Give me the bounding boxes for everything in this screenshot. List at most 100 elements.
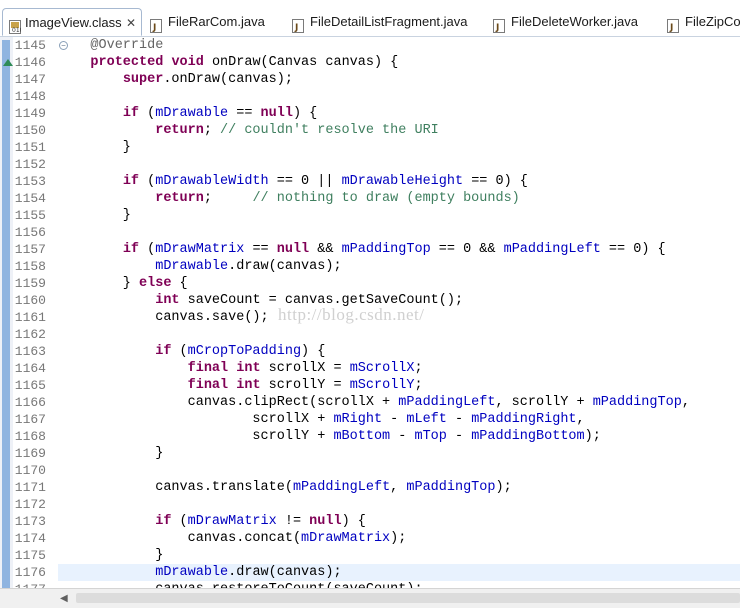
line-number: 1172 [14,497,46,512]
tab-filerarcom-java[interactable]: J FileRarCom.java [150,8,280,36]
svg-text:010: 010 [12,27,21,34]
code-line[interactable]: canvas.restoreToCount(saveCount); [58,581,740,588]
code-line[interactable]: } [58,207,740,224]
code-token: mPaddingLeft [503,242,601,257]
code-line[interactable] [58,224,740,241]
horizontal-scrollbar[interactable]: ◀ [0,588,740,608]
code-token: else [139,276,172,291]
code-line[interactable]: if (mCropToPadding) { [58,343,740,360]
code-line[interactable]: } [58,445,740,462]
code-line[interactable]: if (mDrawableWidth == 0 || mDrawableHeig… [58,173,740,190]
code-token: ); [390,531,407,546]
code-token: { [171,276,188,291]
code-editor[interactable]: − 1145 1146 1147 1148 1149 1150 1151 1152 1153 11… [0,37,740,588]
code-token: } [58,140,131,155]
code-line[interactable] [58,496,740,513]
code-line[interactable]: } [58,547,740,564]
code-line[interactable]: mDrawable.draw(canvas); [58,564,740,581]
code-line[interactable]: @Override [58,37,740,54]
tab-label: FileDetailListFragment.java [310,14,468,29]
code-line[interactable] [58,156,740,173]
code-line[interactable]: canvas.concat(mDrawMatrix); [58,530,740,547]
code-token: } [58,208,131,223]
line-number: 1156 [14,225,46,240]
line-number: 1155 [14,208,46,223]
code-line[interactable] [58,88,740,105]
code-line[interactable]: if (mDrawable == null) { [58,105,740,122]
code-line[interactable]: scrollX + mRight - mLeft - mPaddingRight… [58,411,740,428]
close-icon[interactable]: ✕ [126,9,136,36]
code-token: mDrawMatrix [155,242,245,257]
code-token: mPaddingTop [406,480,496,495]
code-line[interactable]: } else { [58,275,740,292]
code-line[interactable]: scrollY + mBottom - mTop - mPaddingBotto… [58,428,740,445]
code-line[interactable]: } [58,139,740,156]
code-token: canvas.clipRect(scrollX + [58,395,399,410]
code-token: == [228,106,261,121]
code-token: scrollY + [58,429,334,444]
scroll-left-arrow-icon[interactable]: ◀ [60,593,68,604]
svg-text:J: J [152,23,156,33]
code-token: mScrollY [349,378,415,393]
line-number: 1175 [14,548,46,563]
code-token: - [446,412,472,427]
code-token: super [122,72,164,87]
code-token: , scrollY + [495,395,593,410]
code-line[interactable]: return; // couldn't resolve the URI [58,122,740,139]
code-token: ) { [341,514,366,529]
code-token: scrollX + [58,412,334,427]
code-token: == 0 && [430,242,504,257]
code-line[interactable]: protected void onDraw(Canvas canvas) { [58,54,740,71]
code-token: onDraw(Canvas canvas) { [203,55,399,70]
code-token: if [122,106,140,121]
code-line[interactable]: canvas.translate(mPaddingLeft, mPaddingT… [58,479,740,496]
tab-imageview-class[interactable]: 010 ImageView.class ✕ [2,8,142,36]
code-token: mDrawMatrix [187,514,277,529]
tab-label: ImageView.class [25,15,122,30]
code-token: , [681,395,690,410]
line-number: 1168 [14,429,46,444]
line-number: 1153 [14,174,46,189]
svg-text:J: J [495,23,499,33]
tab-filedeleteworker-java[interactable]: J FileDeleteWorker.java [493,8,658,36]
code-line[interactable]: if (mDrawMatrix != null) { [58,513,740,530]
class-file-icon: 010 [9,16,24,34]
tab-filezipcom[interactable]: J FileZipCom [667,8,740,36]
code-token: } [58,548,164,563]
scrollbar-thumb[interactable] [76,593,740,603]
code-line[interactable]: super.onDraw(canvas); [58,71,740,88]
code-line[interactable]: final int scrollY = mScrollY; [58,377,740,394]
tab-label: FileDeleteWorker.java [511,14,638,29]
code-token: ( [139,106,156,121]
tab-filedetaillistfragment-java[interactable]: J FileDetailListFragment.java [292,8,482,36]
code-line[interactable] [58,462,740,479]
code-token: scrollX = [260,361,350,376]
override-marker-icon[interactable] [3,59,13,66]
code-token: && [309,242,342,257]
code-token: == 0) { [600,242,666,257]
svg-text:J: J [669,23,673,33]
code-line[interactable]: final int scrollX = mScrollX; [58,360,740,377]
code-token: - [390,429,415,444]
code-token: == 0 || [268,174,342,189]
code-line[interactable]: return; // nothing to draw (empty bounds… [58,190,740,207]
code-token: canvas.concat( [58,531,302,546]
code-token: != [276,514,310,529]
code-token: null [309,514,342,529]
line-number: 1161 [14,310,46,325]
code-token: return [155,123,204,138]
code-line[interactable] [58,326,740,343]
code-token: ( [139,242,156,257]
code-line[interactable]: canvas.clipRect(scrollX + mPaddingLeft, … [58,394,740,411]
code-line[interactable]: mDrawable.draw(canvas); [58,258,740,275]
code-line[interactable]: if (mDrawMatrix == null && mPaddingTop =… [58,241,740,258]
code-token: int [236,378,261,393]
code-token: mPaddingTop [592,395,682,410]
line-number: 1177 [13,581,46,588]
line-number-gutter: − 1145 1146 1147 1148 1149 1150 1151 1152 1153 11… [13,37,68,588]
overview-ruler[interactable] [0,37,13,588]
